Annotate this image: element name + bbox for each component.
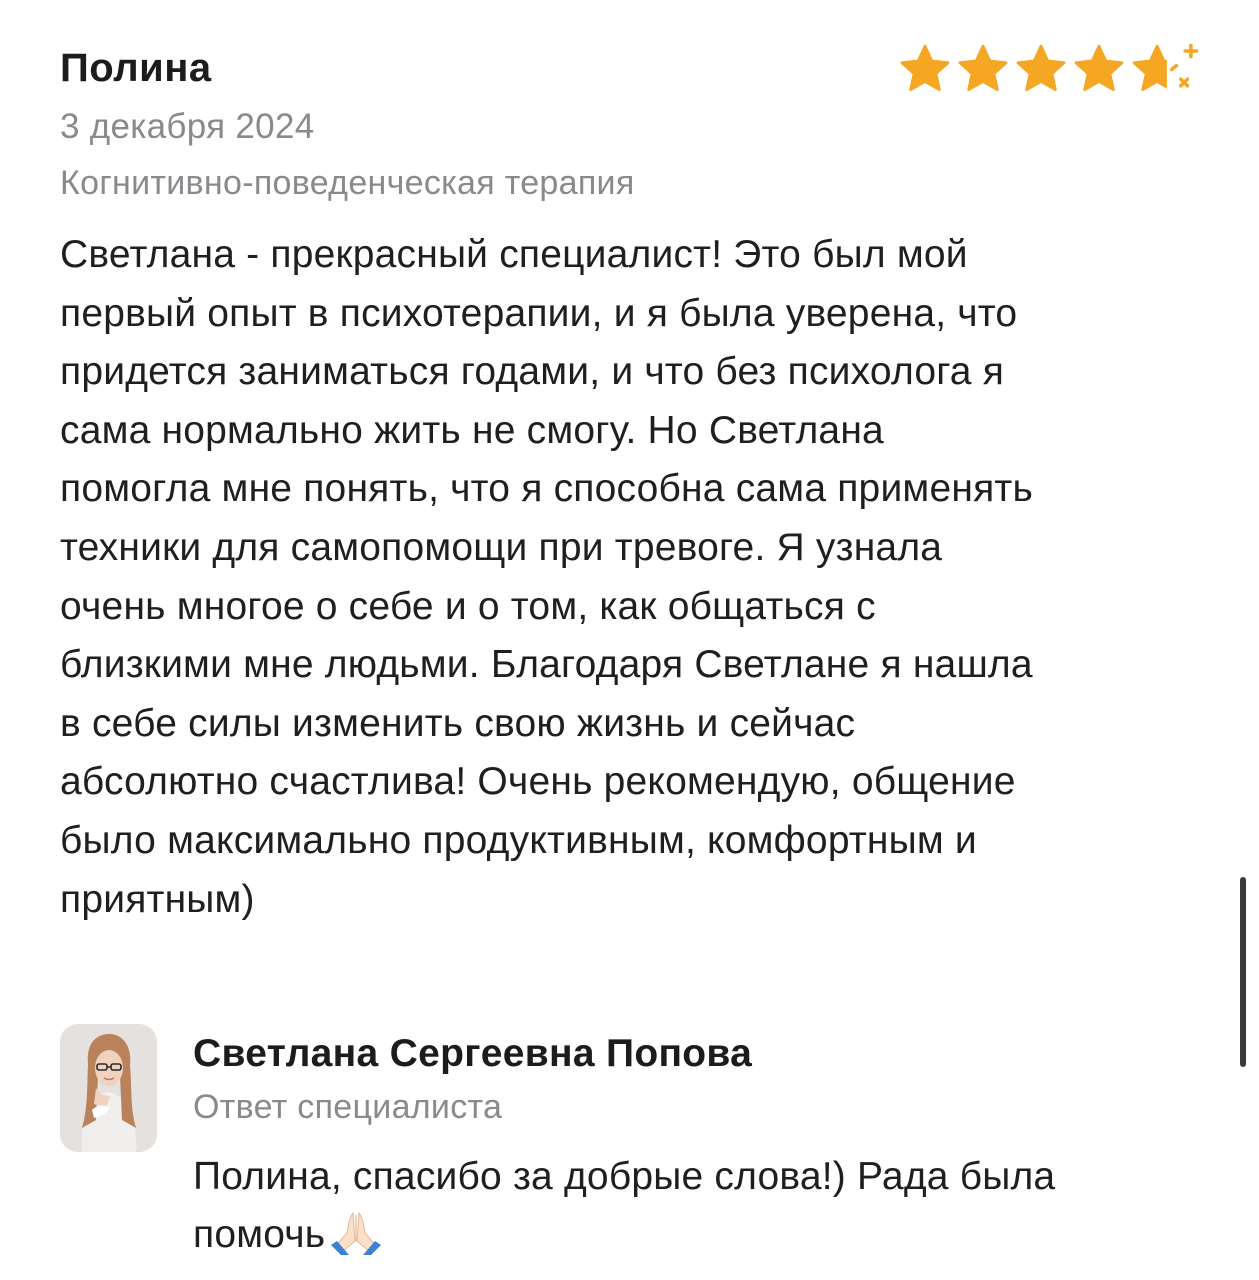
reply-text-content: Полина, спасибо за добрые слова!) Рада б… bbox=[193, 1155, 1056, 1256]
review-date: 3 декабря 2024 bbox=[60, 107, 315, 146]
specialist-reply: Светлана Сергеевна Попова Ответ специали… bbox=[60, 1024, 1220, 1274]
star-half-sparkle-icon bbox=[1130, 43, 1199, 96]
star-icon bbox=[958, 44, 1008, 92]
reviewer-name: Полина bbox=[60, 46, 212, 90]
avatar[interactable] bbox=[60, 1024, 157, 1152]
star-icon bbox=[900, 44, 950, 92]
review-card: Полина 3 декабря 2024 Когнитивно-поведен… bbox=[0, 0, 1259, 1280]
reply-text: Полина, спасибо за добрые слова!) Рада б… bbox=[193, 1148, 1193, 1272]
scrollbar[interactable] bbox=[1240, 877, 1246, 1067]
specialist-photo-icon bbox=[60, 1024, 157, 1152]
specialist-name: Светлана Сергеевна Попова bbox=[193, 1032, 753, 1075]
folded-hands-icon bbox=[327, 1209, 385, 1272]
review-text: Светлана - прекрасный специалист! Это бы… bbox=[60, 233, 1033, 921]
star-icon bbox=[1074, 44, 1124, 92]
review-header: Полина bbox=[60, 42, 1210, 102]
specialist-reply-label: Ответ специалиста bbox=[193, 1088, 503, 1126]
therapy-method: Когнитивно-поведенческая терапия bbox=[60, 164, 635, 202]
star-rating bbox=[898, 42, 1200, 96]
star-icon bbox=[1016, 44, 1066, 92]
